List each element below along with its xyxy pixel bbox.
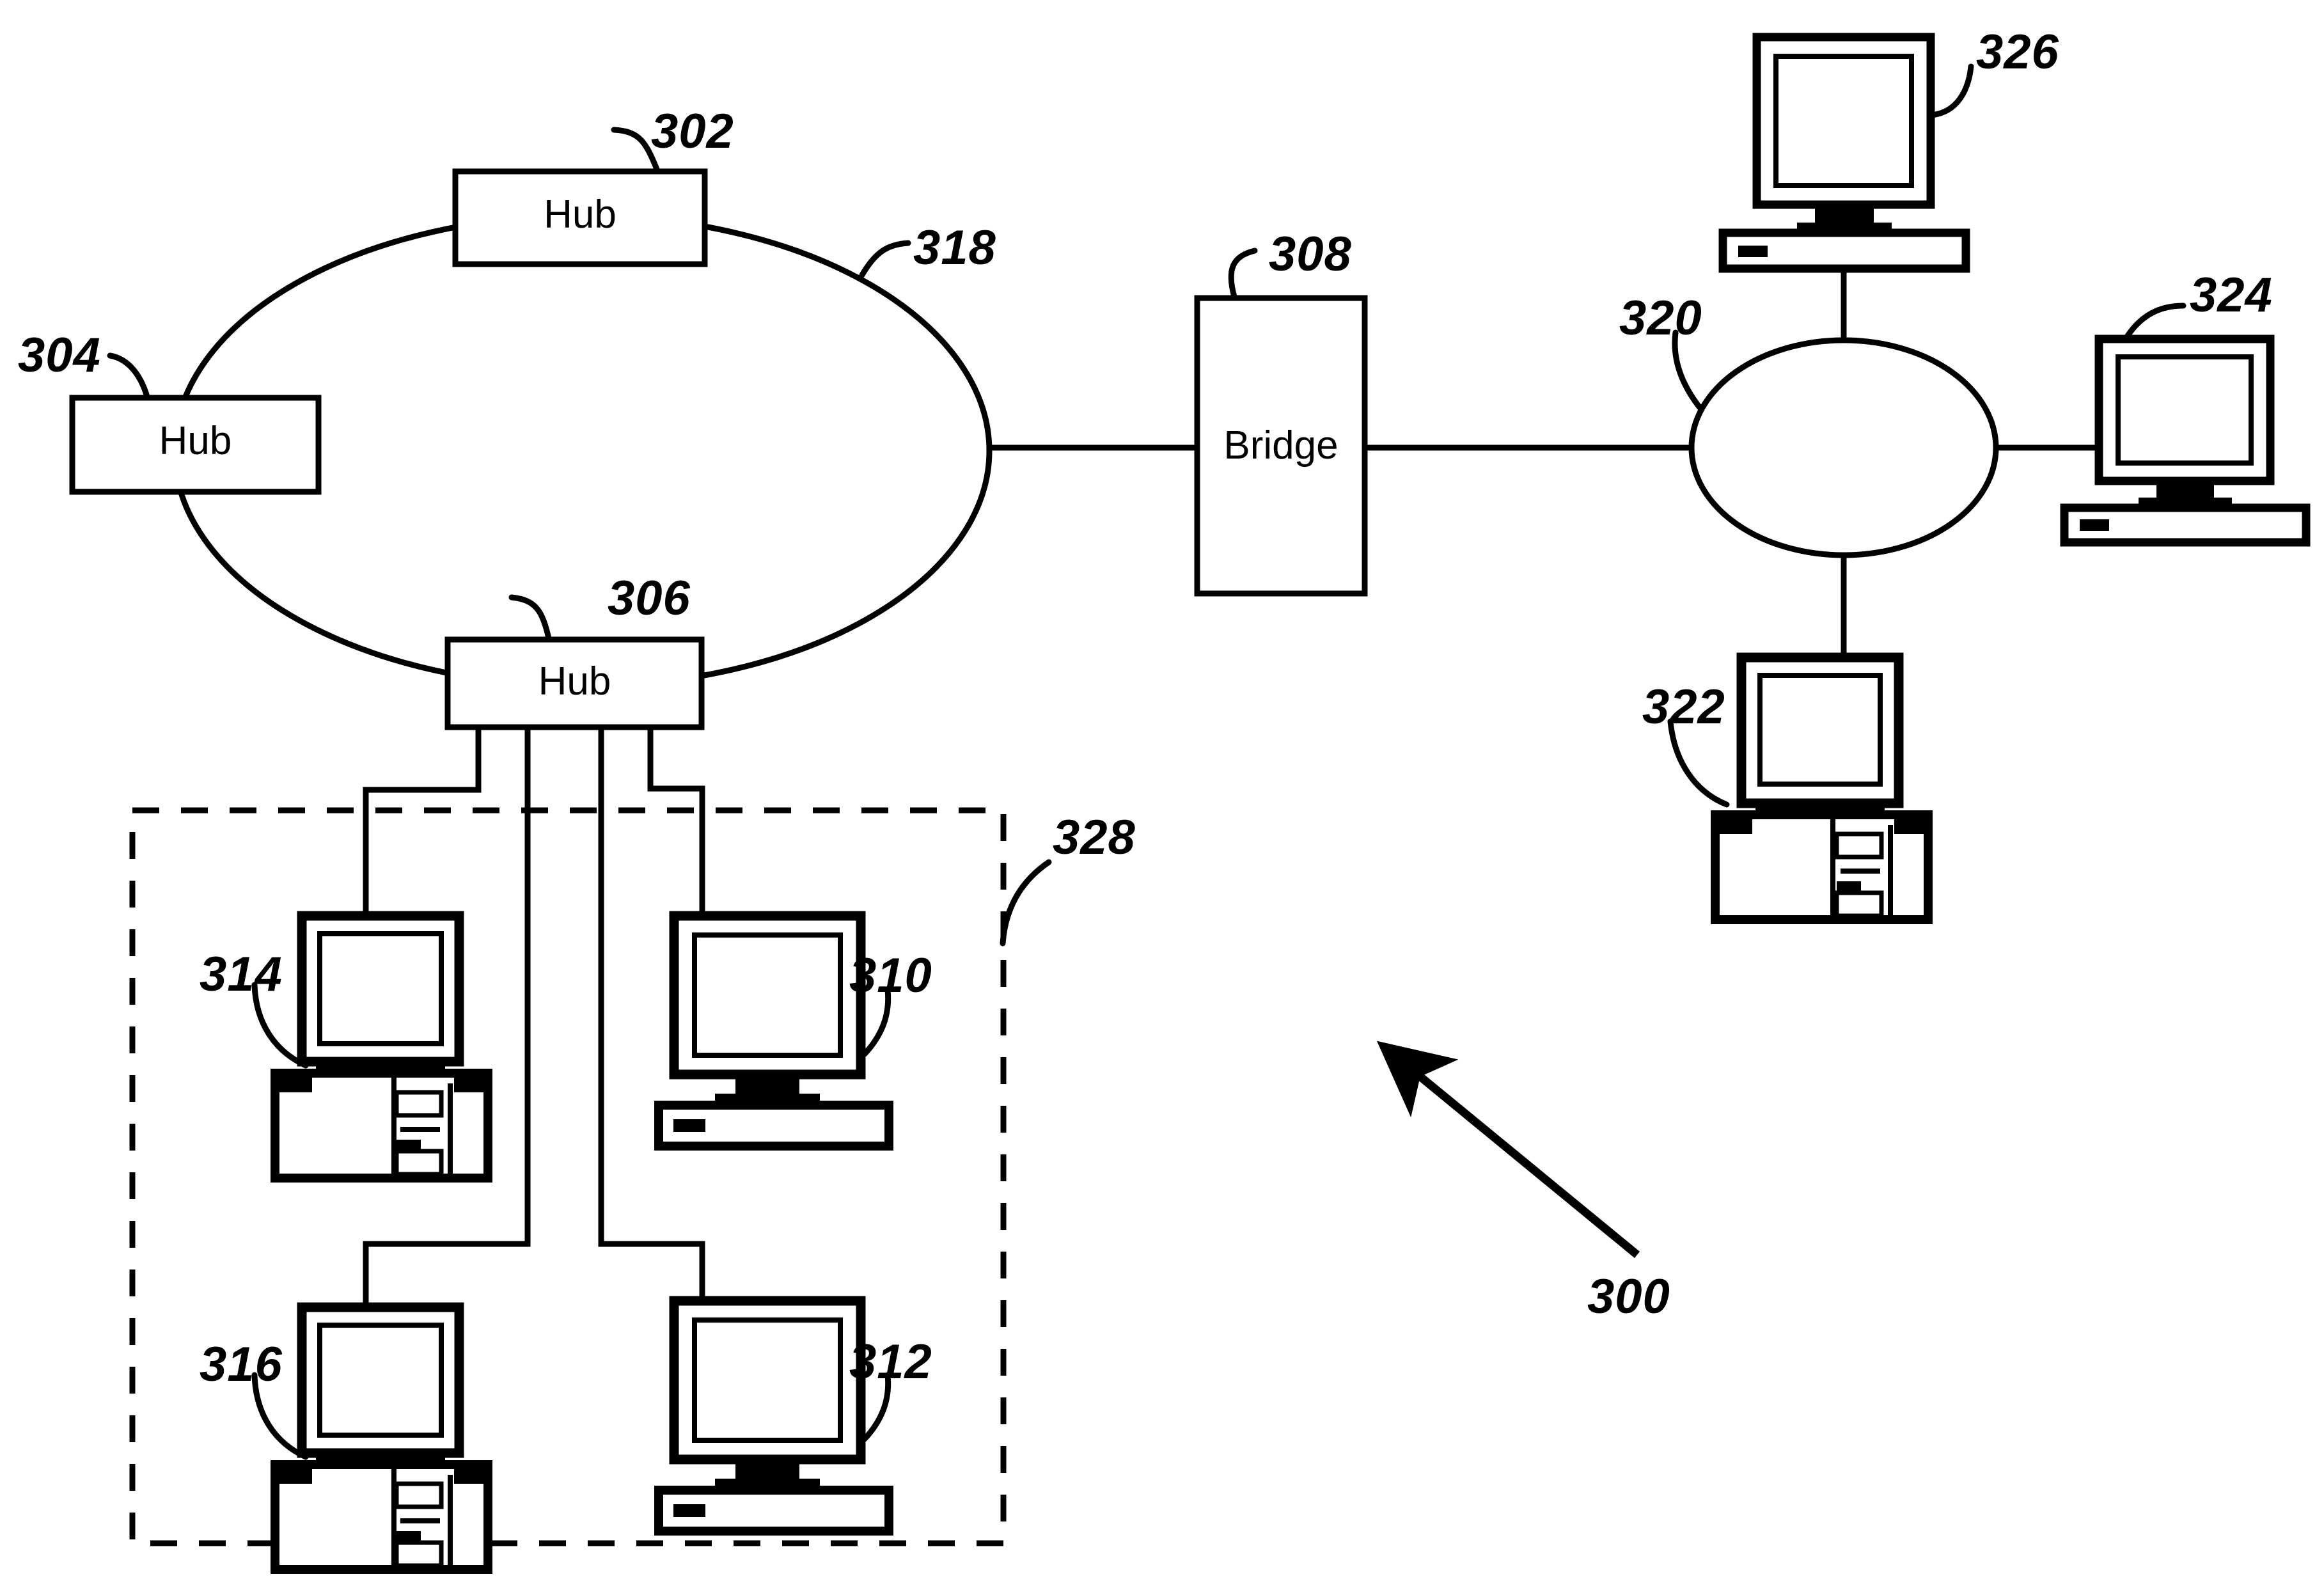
reference-numeral-314: 314 xyxy=(200,947,283,1002)
reference-numeral-312: 312 xyxy=(849,1335,932,1389)
leader-line-306 xyxy=(508,594,552,641)
system-arrow-300 xyxy=(1376,1041,1640,1259)
computer-316[interactable] xyxy=(271,1302,492,1574)
reference-numeral-310: 310 xyxy=(849,948,932,1003)
reference-numeral-302: 302 xyxy=(651,104,734,159)
computer-322[interactable] xyxy=(1711,652,1933,924)
reference-numeral-306: 306 xyxy=(608,571,691,625)
reference-numeral-324: 324 xyxy=(2190,268,2273,322)
leader-line-324 xyxy=(2123,303,2187,341)
hub-306-label: Hub xyxy=(538,659,611,704)
reference-numeral-326: 326 xyxy=(1976,25,2059,79)
figure-canvas: Hub Hub Hub Bridge 302 304 306 308 310 3… xyxy=(0,0,2324,1588)
reference-numeral-328: 328 xyxy=(1053,810,1136,865)
leader-line-304 xyxy=(107,352,150,400)
link-hub306-to-c310 xyxy=(647,727,705,916)
leader-line-318 xyxy=(859,240,911,278)
reference-numeral-318: 318 xyxy=(913,221,996,275)
computer-314[interactable] xyxy=(271,911,492,1183)
reference-numeral-308: 308 xyxy=(1269,227,1352,281)
network-diagram-svg xyxy=(69,33,2311,1574)
reference-numeral-320: 320 xyxy=(1619,291,1702,345)
leader-line-308 xyxy=(1228,248,1258,300)
hub-304-label: Hub xyxy=(159,419,232,463)
reference-numeral-322: 322 xyxy=(1642,680,1725,734)
right-ring-network-ellipse xyxy=(1688,337,1999,558)
leader-line-328 xyxy=(1000,859,1052,947)
hub-302-label: Hub xyxy=(544,193,616,237)
bridge-308-label: Bridge xyxy=(1223,423,1339,468)
computer-324[interactable] xyxy=(2060,334,2311,547)
link-hub306-to-c314 xyxy=(363,727,482,916)
computer-326[interactable] xyxy=(1718,33,1970,273)
reference-numeral-316: 316 xyxy=(200,1337,283,1392)
leader-line-326 xyxy=(1928,63,1974,118)
reference-numeral-300: 300 xyxy=(1587,1270,1670,1324)
reference-numeral-304: 304 xyxy=(18,328,101,382)
